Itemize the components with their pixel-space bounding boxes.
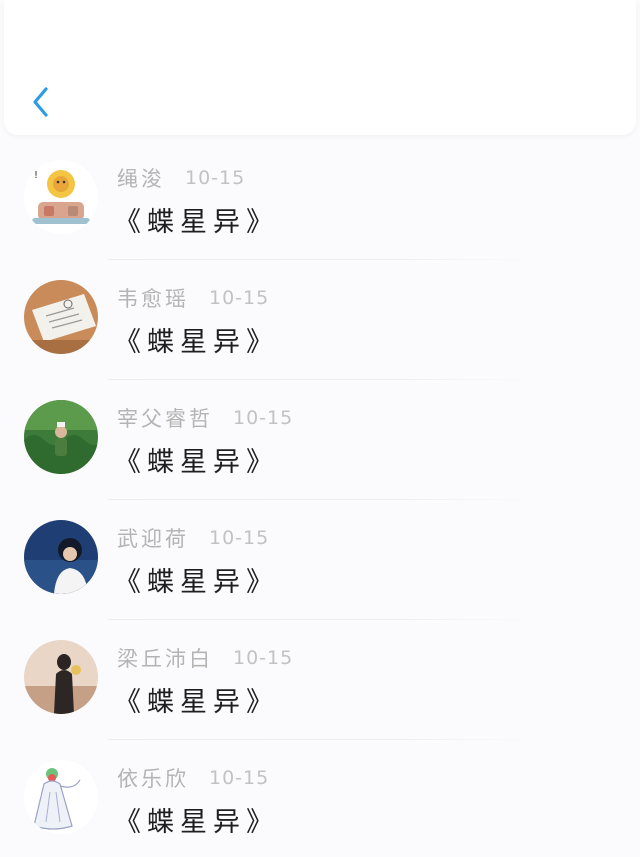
svg-text:!: ! [34, 170, 38, 181]
comment-text: 《蝶星异》 [114, 807, 279, 838]
comment-date: 10-15 [233, 647, 294, 669]
comment-text: 《蝶星异》 [114, 567, 279, 598]
comment-text: 《蝶星异》 [114, 447, 279, 478]
top-navigation-bar [4, 0, 636, 135]
person-by-sea-avatar [24, 520, 98, 594]
user-name: 绳浚 [117, 167, 165, 191]
comment-date: 10-15 [233, 407, 294, 429]
comment-meta: 绳浚 10-15 [117, 164, 245, 192]
comment-date: 10-15 [209, 767, 270, 789]
user-name: 韦愈瑶 [117, 287, 189, 311]
user-name: 宰父睿哲 [117, 407, 213, 431]
user-name: 依乐欣 [117, 767, 189, 791]
comment-text: 《蝶星异》 [114, 687, 279, 718]
avatar[interactable] [24, 280, 98, 354]
comment-date: 10-15 [209, 287, 270, 309]
couple-photo-avatar [24, 640, 98, 714]
comment-date: 10-15 [185, 167, 246, 189]
comment-text: 《蝶星异》 [114, 207, 279, 238]
avatar[interactable] [24, 640, 98, 714]
avatar[interactable]: ! [24, 160, 98, 234]
newspaper-photo-avatar [24, 280, 98, 354]
list-item[interactable]: 韦愈瑶 10-15 《蝶星异》 [0, 260, 640, 380]
comment-meta: 武迎荷 10-15 [117, 524, 269, 552]
avatar[interactable] [24, 760, 98, 834]
white-figure-illustration-avatar [24, 760, 98, 834]
list-item[interactable]: 依乐欣 10-15 《蝶星异》 [0, 740, 640, 857]
avatar[interactable] [24, 400, 98, 474]
list-item[interactable]: 武迎荷 10-15 《蝶星异》 [0, 500, 640, 620]
sunflower-cartoon-avatar: ! [24, 160, 98, 234]
comment-meta: 梁丘沛白 10-15 [117, 644, 293, 672]
back-button[interactable] [26, 82, 58, 122]
user-name: 梁丘沛白 [117, 647, 213, 671]
user-list: ! 绳浚 10-15 《蝶星异》 韦愈瑶 10-15 《蝶星异》 宰父睿哲 10… [0, 140, 640, 857]
comment-text: 《蝶星异》 [114, 327, 279, 358]
list-item[interactable]: 梁丘沛白 10-15 《蝶星异》 [0, 620, 640, 740]
person-in-grass-avatar [24, 400, 98, 474]
comment-list-page: ! 绳浚 10-15 《蝶星异》 韦愈瑶 10-15 《蝶星异》 宰父睿哲 10… [0, 0, 640, 857]
user-name: 武迎荷 [117, 527, 189, 551]
chevron-left-icon [33, 87, 48, 117]
comment-meta: 韦愈瑶 10-15 [117, 284, 269, 312]
comment-meta: 依乐欣 10-15 [117, 764, 269, 792]
avatar[interactable] [24, 520, 98, 594]
comment-date: 10-15 [209, 527, 270, 549]
list-item[interactable]: ! 绳浚 10-15 《蝶星异》 [0, 140, 640, 260]
comment-meta: 宰父睿哲 10-15 [117, 404, 293, 432]
list-item[interactable]: 宰父睿哲 10-15 《蝶星异》 [0, 380, 640, 500]
